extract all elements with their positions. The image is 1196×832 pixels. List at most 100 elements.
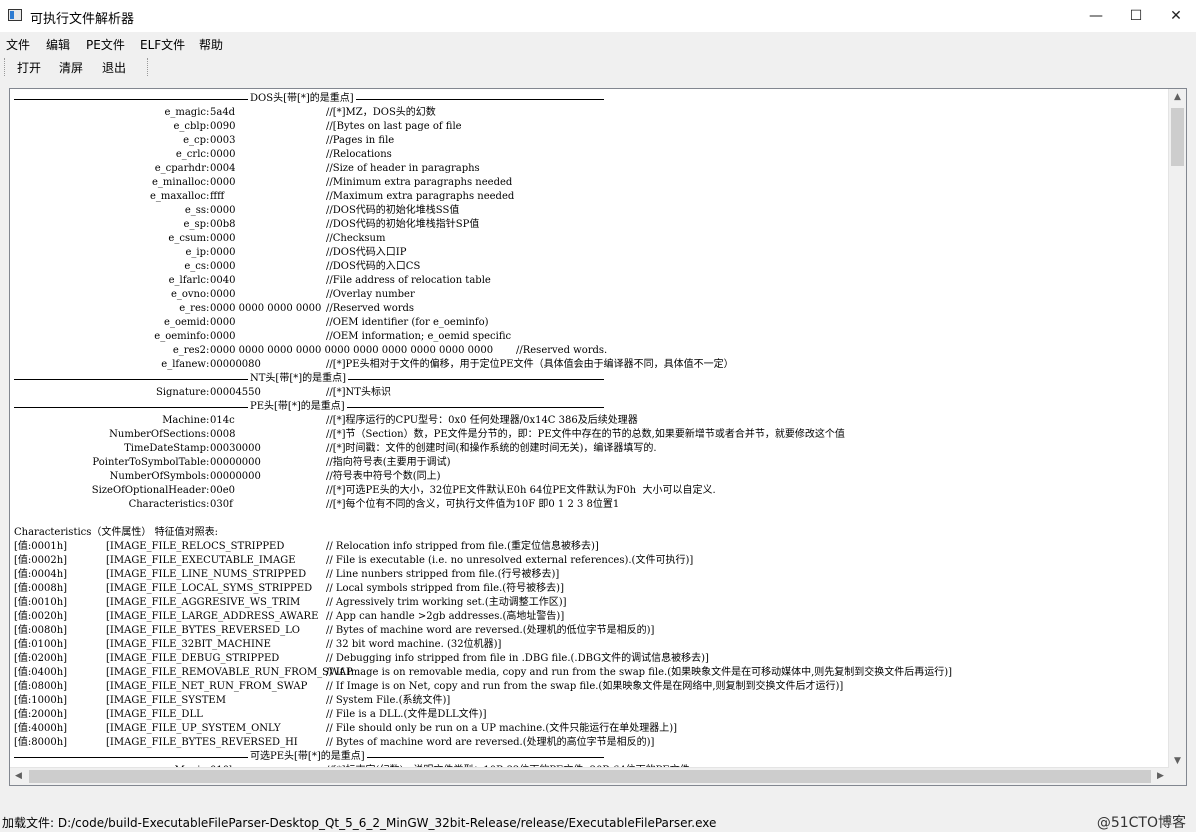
flag-value: [值:0020h] bbox=[14, 611, 68, 622]
field-comment: //[*]时间戳：文件的创建时间(和操作系统的创建时间无关)，编译器填写的. bbox=[326, 443, 657, 454]
field-row: e_lfarlc:0040 //File address of relocatio… bbox=[14, 274, 1169, 288]
menu-file[interactable]: 文件 bbox=[6, 36, 30, 53]
field-comment: //[*]PE头相对于文件的偏移，用于定位PE文件（具体值会由于编译器不同，具体… bbox=[326, 359, 734, 370]
flag-row: [值:0020h] [IMAGE_FILE_LARGE_ADDRESS_AWARE… bbox=[14, 610, 1169, 624]
flag-row: [值:0800h] [IMAGE_FILE_NET_RUN_FROM_SWAP //… bbox=[14, 680, 1169, 694]
field-name: NumberOfSymbols bbox=[109, 471, 206, 482]
field-colon: : bbox=[206, 289, 210, 300]
flag-comment: // File should only be run on a UP machi… bbox=[326, 723, 678, 734]
field-colon: : bbox=[206, 331, 210, 342]
menu-help[interactable]: 帮助 bbox=[199, 36, 223, 53]
flag-row: [值:4000h] [IMAGE_FILE_UP_SYSTEM_ONLY // Fi… bbox=[14, 722, 1169, 736]
field-colon: : bbox=[206, 275, 210, 286]
field-value: 00e0 bbox=[210, 485, 236, 496]
clear-button[interactable]: 清屏 bbox=[59, 59, 83, 76]
menu-pe[interactable]: PE文件 bbox=[86, 36, 125, 53]
flag-value: [值:0004h] bbox=[14, 569, 68, 580]
flag-name: [IMAGE_FILE_LOCAL_SYMS_STRIPPED bbox=[106, 583, 313, 594]
section-separator: 可选PE头[带[*]的是重点] bbox=[14, 750, 604, 764]
field-colon: : bbox=[206, 135, 210, 146]
output-text-area[interactable]: DOS头[带[*]的是重点] e_magic:5a4d//[*]MZ，DOS头的幻… bbox=[9, 88, 1187, 786]
field-colon: : bbox=[206, 359, 210, 370]
window-title: 可执行文件解析器 bbox=[30, 12, 135, 27]
field-colon: : bbox=[206, 429, 210, 440]
flag-value: [值:4000h] bbox=[14, 723, 68, 734]
open-button[interactable]: 打开 bbox=[17, 59, 41, 76]
field-value: 00b8 bbox=[210, 219, 236, 230]
maximize-icon[interactable]: ☐ bbox=[1116, 0, 1156, 32]
field-name: e_cparhdr bbox=[154, 163, 206, 174]
field-value: 0000 bbox=[210, 177, 236, 188]
flag-comment: // Line nunbers stripped from file.(行号被移… bbox=[326, 569, 560, 580]
field-row: Signature:00004550 //[*]NT头标识 bbox=[14, 386, 1169, 400]
field-row: e_maxalloc: ffff //Maximum extra paragraph… bbox=[14, 190, 1169, 204]
field-comment: //DOS代码的初始化堆栈指针SP值 bbox=[326, 219, 480, 230]
field-row: SizeOfOptionalHeader:00e0 //[*]可选PE头的大小，3… bbox=[14, 484, 1169, 498]
field-comment: //DOS代码的初始化堆栈SS值 bbox=[326, 205, 460, 216]
flag-name: [IMAGE_FILE_BYTES_REVERSED_LO bbox=[106, 625, 300, 636]
flag-value: [值:0002h] bbox=[14, 555, 68, 566]
field-value: 0000 bbox=[210, 261, 236, 272]
flag-row: [值:0200h] [IMAGE_FILE_DEBUG_STRIPPED // De… bbox=[14, 652, 1169, 666]
field-name: Characteristics bbox=[128, 499, 206, 510]
field-row: e_ip:0000 //DOS代码入口IP bbox=[14, 246, 1169, 260]
field-row: e_sp:00b8 //DOS代码的初始化堆栈指针SP值 bbox=[14, 218, 1169, 232]
field-colon: : bbox=[206, 107, 210, 118]
flag-value: [值:0200h] bbox=[14, 653, 68, 664]
field-comment: //Checksum bbox=[326, 233, 386, 244]
vertical-scrollbar[interactable]: ▲ ▼ bbox=[1168, 89, 1186, 770]
status-bar: 加载文件: D:/code/build-ExecutableFileParser… bbox=[0, 812, 1196, 832]
section-separator: NT头[带[*]的是重点] bbox=[14, 372, 604, 386]
field-comment: //[*]程序运行的CPU型号：0x0 任何处理器/0x14C 386及后续处理… bbox=[326, 415, 638, 426]
field-name: TimeDateStamp bbox=[124, 443, 206, 454]
minimize-icon[interactable]: — bbox=[1076, 0, 1116, 32]
field-row: e_oemid:0000 //OEM identifier (for e_oemi… bbox=[14, 316, 1169, 330]
field-row: e_ss:0000 //DOS代码的初始化堆栈SS值 bbox=[14, 204, 1169, 218]
field-value: 00030000 bbox=[210, 443, 261, 454]
close-icon[interactable]: ✕ bbox=[1156, 0, 1196, 32]
scroll-right-icon[interactable]: ▶ bbox=[1152, 768, 1169, 785]
horizontal-scroll-thumb[interactable] bbox=[29, 770, 1151, 783]
field-row: Characteristics:030f //[*]每个位有不同的含义，可执行文件… bbox=[14, 498, 1169, 512]
menu-elf[interactable]: ELF文件 bbox=[140, 36, 185, 53]
field-row: PointerToSymbolTable:00000000 //指向符号表(主要用… bbox=[14, 456, 1169, 470]
field-value: 0003 bbox=[210, 135, 236, 146]
flag-comment: // Local symbols stripped from file.(符号被… bbox=[326, 583, 564, 594]
menu-edit[interactable]: 编辑 bbox=[46, 36, 70, 53]
scroll-left-icon[interactable]: ◀ bbox=[10, 768, 27, 785]
field-comment: //符号表中符号个数(同上) bbox=[326, 471, 441, 482]
title-bar: 可执行文件解析器 — ☐ ✕ bbox=[0, 0, 1196, 32]
flag-comment: // Relocation info stripped from file.(重… bbox=[326, 541, 599, 552]
flag-row: [值:0010h] [IMAGE_FILE_AGGRESIVE_WS_TRIM //… bbox=[14, 596, 1169, 610]
scroll-up-icon[interactable]: ▲ bbox=[1169, 89, 1186, 106]
field-value: 0000 0000 0000 0000 bbox=[210, 303, 322, 314]
exit-button[interactable]: 退出 bbox=[102, 59, 126, 76]
field-name: e_crlc bbox=[175, 149, 206, 160]
field-name: e_ss bbox=[184, 205, 206, 216]
field-value: 00000000 bbox=[210, 457, 261, 468]
field-comment: //Reserved words bbox=[326, 303, 415, 314]
field-value: 0000 bbox=[210, 149, 236, 160]
field-value: 0040 bbox=[210, 275, 236, 286]
flag-comment: // File is executable (i.e. no unresolve… bbox=[326, 555, 694, 566]
horizontal-scrollbar[interactable]: ◀ ▶ bbox=[10, 767, 1169, 785]
field-comment: //指向符号表(主要用于调试) bbox=[326, 457, 451, 468]
field-name: e_cp bbox=[183, 135, 206, 146]
field-row: e_lfanew:00000080 //[*]PE头相对于文件的偏移，用于定位PE… bbox=[14, 358, 1169, 372]
flag-name: [IMAGE_FILE_EXECUTABLE_IMAGE bbox=[106, 555, 296, 566]
table-heading: Characteristics（文件属性） 特征值对照表: bbox=[14, 527, 218, 538]
flag-name: [IMAGE_FILE_RELOCS_STRIPPED bbox=[106, 541, 285, 552]
field-colon: : bbox=[206, 177, 210, 188]
flag-comment: // App can handle >2gb addresses.(高地址警告)… bbox=[326, 611, 565, 622]
field-name: e_oeminfo bbox=[154, 331, 206, 342]
vertical-scroll-thumb[interactable] bbox=[1171, 108, 1184, 166]
field-name: PointerToSymbolTable bbox=[92, 457, 206, 468]
section-header: DOS头[带[*]的是重点] bbox=[248, 92, 356, 106]
field-colon: : bbox=[206, 317, 210, 328]
field-value: 0090 bbox=[210, 121, 236, 132]
toolbar-grip[interactable] bbox=[4, 58, 7, 76]
field-colon: : bbox=[206, 163, 210, 174]
field-comment: //[*]MZ，DOS头的幻数 bbox=[326, 107, 436, 118]
field-row: e_crlc:0000 //Relocations bbox=[14, 148, 1169, 162]
flag-value: [值:0080h] bbox=[14, 625, 68, 636]
